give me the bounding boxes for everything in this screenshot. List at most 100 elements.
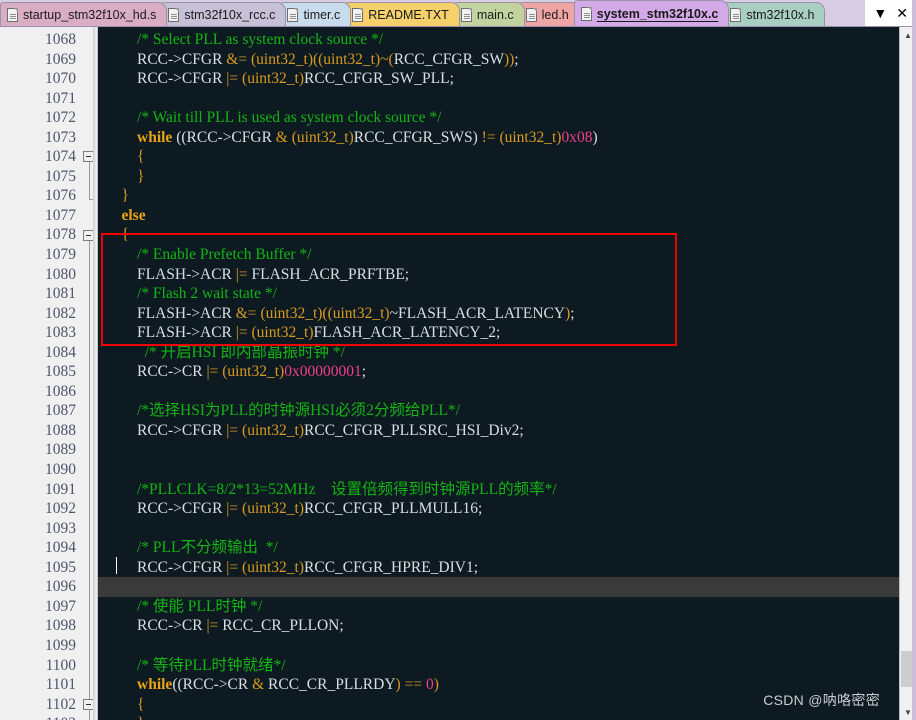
code-line[interactable] [98, 440, 916, 460]
code-token: /* Flash 2 wait state */ [137, 285, 277, 303]
line-number: 1081 [45, 285, 76, 303]
editor-tab-stm32f10x-rcc-c[interactable]: stm32f10x_rcc.c [161, 2, 287, 26]
editor-tab-label: led.h [541, 7, 569, 22]
code-line[interactable]: { [98, 147, 916, 167]
tab-bar-controls: ▼ ✕ [865, 0, 916, 26]
code-token: RCC->CR [106, 617, 207, 635]
code-token: |= [206, 617, 219, 635]
code-line[interactable]: /* Select PLL as system clock source */ [98, 30, 916, 50]
code-line[interactable]: RCC->CR |= (uint32_t)0x00000001; [98, 362, 916, 382]
line-number: 1088 [45, 421, 76, 439]
file-icon [352, 7, 364, 22]
line-number: 1091 [45, 480, 76, 498]
code-token: /* Wait till PLL is used as system clock… [137, 109, 442, 127]
code-token: 0x08 [561, 128, 593, 146]
line-number: 1101 [45, 676, 76, 694]
chevron-down-icon[interactable]: ▼ [873, 6, 887, 20]
code-token: 0x00000001 [284, 363, 362, 381]
code-line[interactable]: { [98, 225, 916, 245]
code-line[interactable]: /* 使能 PLL时钟 */ [98, 597, 916, 617]
code-text-area[interactable]: /* Select PLL as system clock source */ … [98, 27, 916, 720]
line-number: 1072 [45, 109, 76, 127]
code-line[interactable]: } [98, 167, 916, 187]
line-number: 1074 [45, 148, 76, 166]
code-token: while [137, 676, 173, 694]
line-number: 1086 [45, 382, 76, 400]
code-line[interactable]: } [98, 714, 916, 720]
code-token: } [106, 715, 144, 720]
close-icon[interactable]: ✕ [896, 6, 908, 20]
editor-tab-label: stm32f10x.h [746, 7, 815, 22]
line-number: 1097 [45, 597, 76, 615]
code-line[interactable]: RCC->CFGR |= (uint32_t)RCC_CFGR_SW_PLL; [98, 69, 916, 89]
line-number: 1073 [45, 128, 76, 146]
code-token: FLASH_ACR_PRFTBE; [247, 265, 410, 283]
code-line[interactable]: /* Wait till PLL is used as system clock… [98, 108, 916, 128]
code-line[interactable] [98, 460, 916, 480]
code-line[interactable]: /* 开启HSI 即内部晶振时钟 */ [98, 343, 916, 363]
code-token: RCC->CFGR [106, 50, 227, 68]
code-token: /* 开启HSI 即内部晶振时钟 */ [144, 343, 345, 361]
code-line[interactable]: RCC->CFGR |= (uint32_t)RCC_CFGR_HPRE_DIV… [98, 558, 916, 578]
code-line[interactable]: /*PLLCLK=8/2*13=52MHz 设置倍频得到时钟源PLL的频率*/ [98, 480, 916, 500]
code-line[interactable] [98, 382, 916, 402]
code-line[interactable] [98, 89, 916, 109]
code-line[interactable]: { [98, 695, 916, 715]
editor-tab-readme-txt[interactable]: README.TXT [345, 2, 460, 26]
editor-tab-stm32f10x-h[interactable]: stm32f10x.h [723, 2, 826, 26]
code-line[interactable] [98, 519, 916, 539]
editor-tab-label: system_stm32f10x.c [596, 6, 719, 21]
line-number: 1082 [45, 304, 76, 322]
code-line[interactable]: RCC->CFGR &= (uint32_t)((uint32_t)~(RCC_… [98, 50, 916, 70]
line-number: 1100 [45, 656, 76, 674]
file-icon [460, 7, 472, 22]
code-lines[interactable]: /* Select PLL as system clock source */ … [98, 30, 916, 720]
code-line[interactable]: /* Flash 2 wait state */ [98, 284, 916, 304]
editor-tab-startup-stm32f10x-hd-s[interactable]: startup_stm32f10x_hd.s [0, 2, 168, 26]
line-number: 1095 [45, 558, 76, 576]
code-line[interactable]: /* 等待PLL时钟就绪*/ [98, 656, 916, 676]
code-token: ; [514, 50, 519, 68]
code-line[interactable]: FLASH->ACR |= (uint32_t)FLASH_ACR_LATENC… [98, 323, 916, 343]
editor-tab-system-stm32f10x-c[interactable]: system_stm32f10x.c [573, 0, 730, 26]
code-line[interactable]: FLASH->ACR |= FLASH_ACR_PRFTBE; [98, 265, 916, 285]
code-token: ; [570, 304, 575, 322]
code-editor[interactable]: 1068 1069 1070 1071 1072 1073 1074 1075 1076 1077… [0, 27, 916, 720]
code-line[interactable]: while ((RCC->CFGR & (uint32_t)RCC_CFGR_S… [98, 128, 916, 148]
code-token: while [137, 128, 173, 146]
code-line[interactable]: FLASH->ACR &= (uint32_t)((uint32_t)~FLAS… [98, 304, 916, 324]
file-icon [580, 6, 592, 21]
code-token: 0 [425, 676, 434, 694]
code-line[interactable]: } [98, 186, 916, 206]
editor-tab-main-c[interactable]: main.c [453, 2, 525, 26]
fold-connector [89, 239, 90, 720]
code-line[interactable]: RCC->CR |= RCC_CR_PLLON; [98, 616, 916, 636]
tab-strip: startup_stm32f10x_hd.s stm32f10x_rcc.c tim… [0, 0, 865, 26]
line-number: 1089 [45, 441, 76, 459]
code-token: ) [433, 676, 439, 694]
code-line[interactable]: /* Enable Prefetch Buffer */ [98, 245, 916, 265]
code-token: /* Select PLL as system clock source */ [137, 31, 384, 48]
code-line[interactable]: RCC->CFGR |= (uint32_t)RCC_CFGR_PLLMULL1… [98, 499, 916, 519]
file-icon [168, 7, 180, 22]
line-number-gutter: 1068 1069 1070 1071 1072 1073 1074 1075 1076 1077… [0, 27, 98, 720]
code-line[interactable]: else [98, 206, 916, 226]
code-token: ~FLASH_ACR_LATENCY [389, 304, 566, 322]
line-number: 1098 [45, 617, 76, 635]
code-line[interactable]: RCC->CFGR |= (uint32_t)RCC_CFGR_PLLSRC_H… [98, 421, 916, 441]
code-token: /*选择HSI为PLL的时钟源HSI必须2分频给PLL*/ [137, 402, 460, 420]
code-token: )) [503, 50, 515, 68]
editor-tab-timer-c[interactable]: timer.c [280, 2, 352, 26]
editor-tab-led-h[interactable]: led.h [518, 2, 580, 26]
code-line[interactable]: /*选择HSI为PLL的时钟源HSI必须2分频给PLL*/ [98, 401, 916, 421]
code-token: |= [206, 363, 219, 381]
code-line[interactable] [98, 636, 916, 656]
code-line[interactable]: /* PLL不分频输出 */ [98, 538, 916, 558]
code-line[interactable]: while((RCC->CR & RCC_CR_PLLRDY) == 0) [98, 675, 916, 695]
line-number: 1070 [45, 70, 76, 88]
code-line[interactable] [98, 577, 916, 597]
